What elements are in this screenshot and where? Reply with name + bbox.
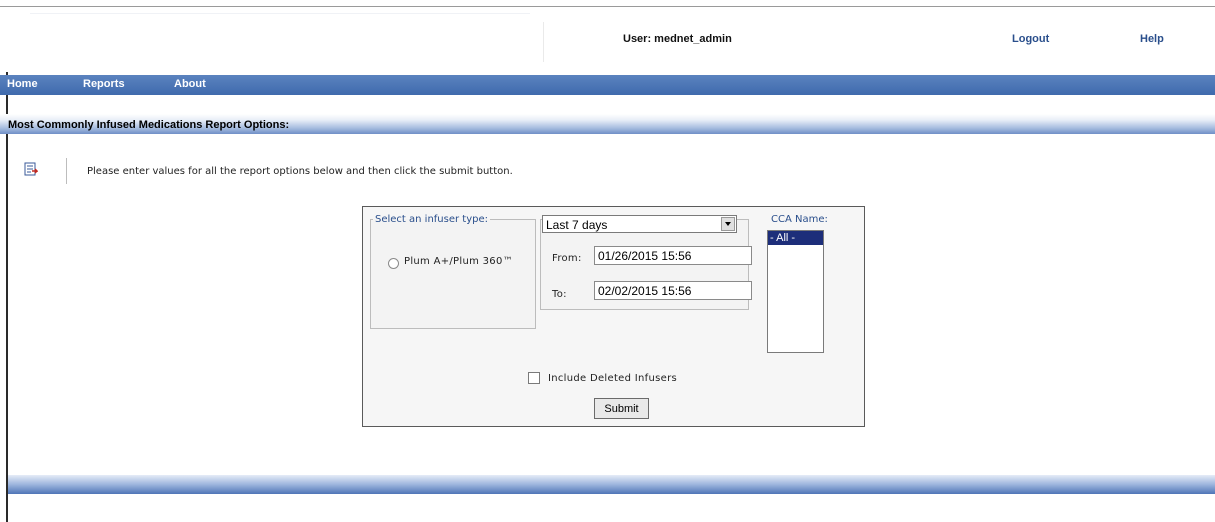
top-border (0, 6, 1215, 7)
include-deleted-checkbox[interactable] (528, 372, 540, 384)
include-deleted-label: Include Deleted Infusers (548, 373, 677, 384)
section-header: Most Commonly Infused Medications Report… (0, 114, 1215, 134)
cca-name-legend: CCA Name: (771, 214, 828, 225)
help-link[interactable]: Help (1140, 33, 1164, 45)
date-range-select[interactable]: Last 7 days (542, 215, 737, 233)
footer-bar (8, 475, 1215, 494)
infuser-type-legend: Select an infuser type: (375, 214, 489, 225)
chevron-down-icon[interactable] (721, 217, 735, 231)
user-label: User: mednet_admin (623, 33, 732, 45)
instructions-separator (66, 158, 67, 184)
section-title: Most Commonly Infused Medications Report… (8, 119, 290, 131)
from-label: From: (552, 253, 582, 264)
nav-item-reports[interactable]: Reports (83, 78, 125, 90)
date-range-value: Last 7 days (546, 218, 608, 232)
submit-button[interactable]: Submit (594, 398, 649, 419)
to-date-input[interactable] (594, 281, 752, 300)
infuser-plum-label: Plum A+/Plum 360™ (404, 256, 513, 267)
nav-bar: Home Reports About (0, 75, 1215, 95)
header-divider (543, 22, 544, 62)
nav-item-home[interactable]: Home (7, 78, 38, 90)
cca-option-all[interactable]: - All - (768, 231, 823, 245)
cca-name-listbox[interactable]: - All - (767, 230, 824, 353)
header-faint-line (30, 13, 530, 14)
from-date-input[interactable] (594, 246, 752, 265)
nav-item-about[interactable]: About (174, 78, 206, 90)
logout-link[interactable]: Logout (1012, 33, 1049, 45)
instructions-text: Please enter values for all the report o… (87, 166, 513, 177)
infuser-type-group: Select an infuser type: Plum A+/Plum 360… (370, 214, 536, 329)
to-label: To: (552, 289, 567, 300)
infuser-plum-radio[interactable] (388, 258, 399, 269)
left-border (6, 72, 8, 522)
report-icon (24, 162, 38, 176)
